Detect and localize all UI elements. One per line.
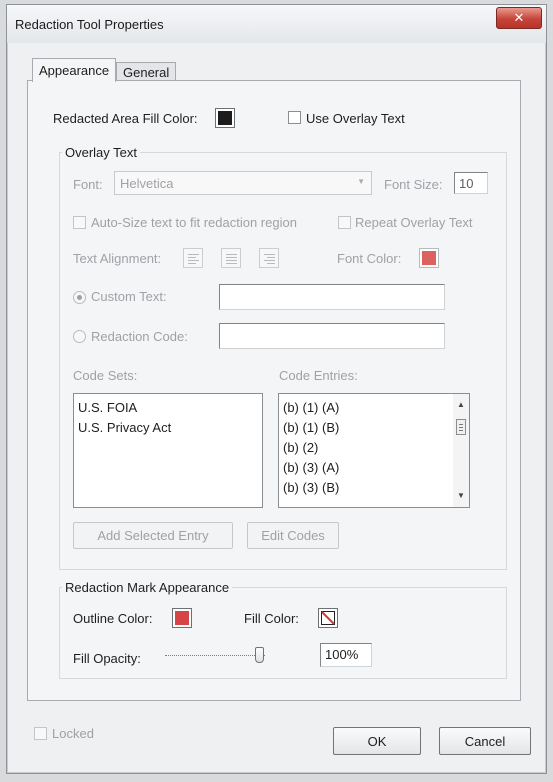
ok-button[interactable]: OK [333,727,421,755]
code-sets-list[interactable]: U.S. FOIA U.S. Privacy Act [73,393,263,508]
auto-size-label: Auto-Size text to fit redaction region [91,215,297,230]
align-center-button[interactable] [221,248,241,268]
fill-opacity-value: 100% [325,647,359,662]
locked-label: Locked [52,726,94,741]
list-item[interactable]: (b) (2) [279,438,469,458]
fill-opacity-slider-thumb[interactable] [255,647,264,663]
list-item[interactable]: U.S. Privacy Act [74,418,262,438]
font-color-swatch [422,251,436,265]
fill-opacity-input[interactable]: 100% [320,643,372,667]
overlay-text-group-title: Overlay Text [62,145,141,160]
custom-text-label: Custom Text: [91,289,167,304]
outline-color-label: Outline Color: [73,611,153,626]
tab-appearance-label: Appearance [39,63,110,78]
redaction-code-input[interactable] [219,323,445,349]
list-item[interactable]: (b) (1) (A) [279,398,469,418]
ok-label: OK [367,733,387,749]
add-selected-entry-label: Add Selected Entry [97,528,209,543]
redaction-code-label: Redaction Code: [91,329,188,344]
redaction-code-radio[interactable] [73,330,86,343]
fill-opacity-label: Fill Opacity: [73,651,141,666]
list-item[interactable]: (b) (3) (B) [279,478,469,498]
scroll-up-icon[interactable]: ▲ [457,400,465,409]
close-icon: ✕ [513,10,525,25]
close-button[interactable]: ✕ [496,7,542,29]
scroll-thumb[interactable] [456,419,466,435]
edit-codes-label: Edit Codes [261,528,325,543]
font-color-label: Font Color: [337,251,402,266]
font-select-value: Helvetica [120,176,174,191]
code-sets-label: Code Sets: [73,368,138,383]
tab-general-label: General [123,65,170,80]
code-entries-label: Code Entries: [279,368,358,383]
repeat-overlay-checkbox[interactable] [338,216,351,229]
dialog-title: Redaction Tool Properties [15,17,164,32]
font-select[interactable]: Helvetica ▼ [114,171,372,195]
tab-appearance[interactable]: Appearance [32,58,117,82]
font-size-value: 10 [459,176,474,191]
text-alignment-label: Text Alignment: [73,251,162,266]
title-bar: Redaction Tool Properties ✕ [7,5,546,43]
align-left-button[interactable] [183,248,203,268]
use-overlay-text-label: Use Overlay Text [306,111,405,126]
align-right-button[interactable] [259,248,279,268]
fill-opacity-track[interactable] [165,655,265,656]
fill-color-swatch [218,111,232,125]
font-size-label: Font Size: [384,177,443,192]
chevron-down-icon: ▼ [357,177,365,186]
use-overlay-text-checkbox[interactable] [288,111,301,124]
mark-fill-color-picker[interactable] [318,608,338,628]
scroll-down-icon[interactable]: ▼ [457,491,465,500]
list-item[interactable]: (b) (3) (A) [279,458,469,478]
fill-color-label-2: Fill Color: [244,611,299,626]
repeat-overlay-label: Repeat Overlay Text [355,215,473,230]
custom-text-input[interactable] [219,284,445,310]
fill-color-picker[interactable] [215,108,235,128]
outline-color-swatch [175,611,189,625]
custom-text-radio[interactable] [73,291,86,304]
outline-color-picker[interactable] [172,608,192,628]
cancel-button[interactable]: Cancel [439,727,531,755]
list-item[interactable]: (b) (1) (B) [279,418,469,438]
locked-checkbox[interactable] [34,727,47,740]
code-entries-list[interactable]: (b) (1) (A) (b) (1) (B) (b) (2) (b) (3) … [278,393,470,508]
add-selected-entry-button[interactable]: Add Selected Entry [73,522,233,549]
list-item[interactable]: U.S. FOIA [74,398,262,418]
edit-codes-button[interactable]: Edit Codes [247,522,339,549]
font-color-picker[interactable] [419,248,439,268]
font-size-input[interactable]: 10 [454,172,488,194]
tab-general[interactable]: General [116,62,177,81]
cancel-label: Cancel [464,733,506,749]
mark-appearance-group-title: Redaction Mark Appearance [62,580,233,595]
fill-color-label: Redacted Area Fill Color: [53,111,198,126]
code-entries-scrollbar[interactable]: ▲ ▼ [453,394,469,507]
no-fill-icon [321,611,335,625]
font-label: Font: [73,177,103,192]
auto-size-checkbox[interactable] [73,216,86,229]
